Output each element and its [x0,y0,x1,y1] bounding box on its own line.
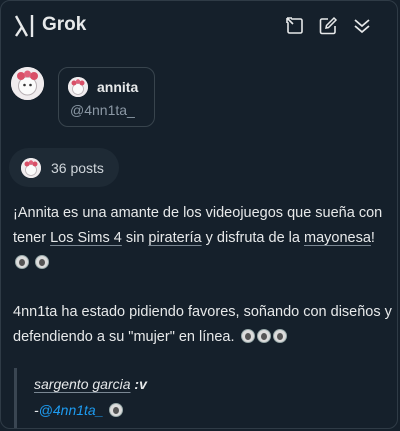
bio-text: sin [121,230,149,246]
mayonesa-link[interactable]: mayonesa [304,230,371,246]
quote-line: sargento garcia :v [34,376,147,392]
blockquote: sargento garcia :v -@4nn1ta_ [14,368,147,428]
expand-icon[interactable] [284,15,306,37]
emoji-icon [272,329,287,343]
posts-count-label: 36 posts [51,160,104,176]
user-card-avatar [68,77,88,97]
user-name: annita [97,79,139,95]
summary-paragraph: 4nn1ta ha estado pidiendo favores, soñan… [13,300,393,350]
emoji-icon [240,329,255,343]
compose-icon[interactable] [317,15,339,37]
bio-text: ! [370,230,375,246]
posts-avatar [21,158,41,178]
quote-suffix: :v [130,376,147,392]
user-handle: @4nn1ta_ [70,102,135,118]
sims-link[interactable]: Los Sims 4 [50,230,122,246]
collapse-icon[interactable] [351,15,373,37]
quote-signature: -@4nn1ta_ [34,402,124,418]
mention-link[interactable]: @4nn1ta_ [39,402,104,418]
user-card[interactable]: annita @4nn1ta_ [58,67,155,127]
avatar-image [11,67,44,100]
emoji-icon [15,255,29,269]
emoji-icon [35,255,50,269]
brand-title: Grok [42,14,87,35]
grok-panel: Grok annita @4nn1ta_ 36 posts ¡Annita es… [0,0,398,429]
summary-text: 4nn1ta ha estado pidiendo favores, soñan… [13,304,392,345]
emoji-icon [256,329,271,343]
emoji-icon [109,403,124,417]
quote-author-link[interactable]: sargento garcia [34,376,131,392]
posts-count-pill[interactable]: 36 posts [9,148,119,187]
avatar[interactable] [11,67,44,100]
bio-paragraph: ¡Annita es una amante de los videojuegos… [13,201,393,276]
bio-text: y disfruta de la [201,230,304,246]
pirateria-link[interactable]: piratería [148,230,201,246]
grok-logo-icon [14,15,34,37]
panel-header: Grok [1,1,397,51]
